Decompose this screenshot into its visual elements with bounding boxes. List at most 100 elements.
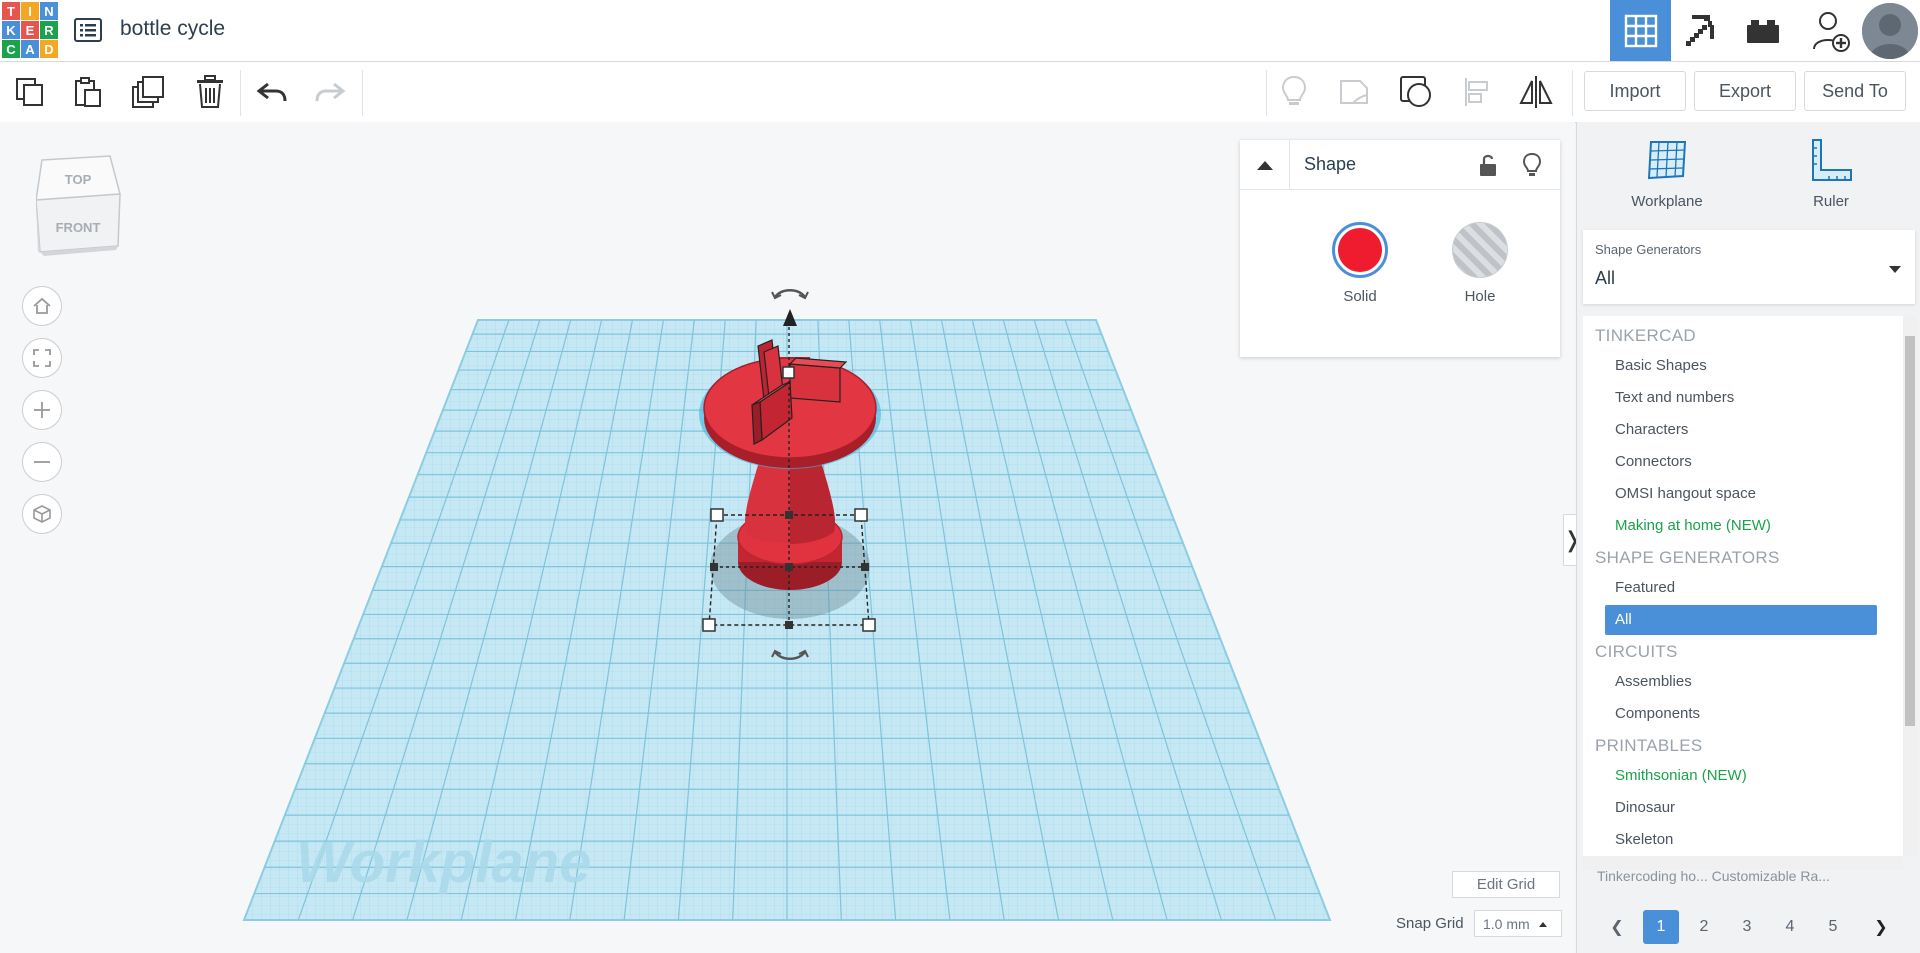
align-icon: [1465, 78, 1488, 106]
library-item[interactable]: All: [1605, 605, 1877, 635]
paste-button[interactable]: [68, 72, 108, 112]
align-button[interactable]: [1458, 72, 1498, 112]
page-button[interactable]: 1: [1643, 910, 1679, 944]
next-page-button[interactable]: ❯: [1863, 910, 1899, 944]
list-icon: [74, 18, 102, 42]
library-category: TINKERCAD: [1595, 326, 1696, 345]
library-scrollbar[interactable]: [1903, 316, 1917, 856]
lock-button[interactable]: [1474, 152, 1502, 178]
inspector-collapse-button[interactable]: [1240, 140, 1290, 189]
toolbar-divider: [1572, 70, 1573, 116]
toolbar-divider: [240, 70, 241, 116]
library-category: CIRCUITS: [1595, 642, 1678, 661]
copy-button[interactable]: [10, 72, 50, 112]
caret-up-icon: [1538, 921, 1547, 927]
library-item[interactable]: Text and numbers: [1605, 383, 1877, 413]
mirror-button[interactable]: [1516, 72, 1556, 112]
add-user-button[interactable]: [1800, 0, 1861, 61]
library-item[interactable]: Smithsonian (NEW): [1605, 761, 1877, 791]
redo-icon: [315, 82, 346, 102]
shapes-panel: Workplane Ruler Shape Generators All TIN…: [1576, 122, 1920, 953]
library-category: SHAPE GENERATORS: [1595, 548, 1780, 567]
logo-letter: R: [40, 21, 58, 39]
inspector-title: Shape: [1304, 154, 1357, 174]
library-item[interactable]: Featured: [1605, 573, 1877, 603]
design-title[interactable]: bottle cycle: [120, 17, 225, 41]
scrollbar-thumb[interactable]: [1905, 336, 1915, 726]
chevron-right-icon: ❯: [1874, 919, 1888, 936]
fit-view-icon: [33, 349, 51, 367]
design-list-button[interactable]: [72, 14, 104, 46]
zoom-out-button[interactable]: [22, 442, 62, 482]
library-item[interactable]: Components: [1605, 699, 1877, 729]
tinkercad-logo[interactable]: TIN KER CAD: [2, 2, 58, 58]
library-item[interactable]: Dinosaur: [1605, 793, 1877, 823]
toolbar-divider: [1266, 70, 1267, 116]
logo-letter: A: [21, 40, 39, 58]
caret-down-icon: [1889, 266, 1901, 273]
perspective-button[interactable]: [22, 494, 62, 534]
page-button[interactable]: 5: [1815, 910, 1851, 944]
page-button[interactable]: 4: [1772, 910, 1808, 944]
zoom-in-button[interactable]: [22, 390, 62, 430]
page-button[interactable]: 3: [1729, 910, 1765, 944]
ruler-icon: [1812, 139, 1852, 181]
chevron-left-icon: ❮: [1610, 919, 1624, 936]
note-button[interactable]: [1334, 72, 1374, 112]
logo-letter: T: [2, 2, 20, 20]
3d-design-view-button[interactable]: [1610, 0, 1671, 61]
library-item[interactable]: Characters: [1605, 415, 1877, 445]
library-item[interactable]: Making at home (NEW): [1605, 511, 1877, 541]
solid-option[interactable]: Solid: [1320, 222, 1400, 305]
light-bulb-toggle[interactable]: [1518, 152, 1546, 178]
ruler-tool[interactable]: Ruler: [1771, 136, 1891, 210]
logo-letter: D: [40, 40, 58, 58]
library-item[interactable]: Skeleton: [1605, 825, 1877, 855]
user-avatar[interactable]: [1862, 3, 1918, 59]
library-item[interactable]: Basic Shapes: [1605, 351, 1877, 381]
duplicate-button[interactable]: [128, 72, 168, 112]
shape-generators-select[interactable]: Shape Generators All: [1583, 230, 1915, 304]
export-button[interactable]: Export: [1694, 71, 1796, 111]
resize-handle: [854, 508, 868, 522]
snap-grid-select[interactable]: 1.0 mm: [1474, 910, 1562, 937]
logo-letter: K: [2, 21, 20, 39]
send-to-button[interactable]: Send To: [1804, 71, 1906, 111]
import-button[interactable]: Import: [1584, 71, 1686, 111]
lift-handle: [783, 309, 797, 326]
copy-icon: [16, 78, 43, 106]
light-bulb-button[interactable]: [1274, 72, 1314, 112]
home-view-button[interactable]: [22, 286, 62, 326]
hole-option[interactable]: Hole: [1440, 222, 1520, 305]
logo-letter: N: [40, 2, 58, 20]
previous-page-button[interactable]: ❮: [1599, 910, 1635, 944]
fit-view-button[interactable]: [22, 338, 62, 378]
plus-icon: [34, 402, 50, 418]
shape-inspector: Shape Solid Hole: [1240, 140, 1560, 357]
cube-icon: [33, 505, 51, 523]
library-item[interactable]: Connectors: [1605, 447, 1877, 477]
delete-button[interactable]: [190, 72, 230, 112]
redo-button[interactable]: [310, 72, 350, 112]
edit-grid-button[interactable]: Edit Grid: [1452, 871, 1560, 898]
bricks-view-button[interactable]: [1732, 0, 1793, 61]
library-item[interactable]: Assemblies: [1605, 667, 1877, 697]
height-handle: [782, 366, 795, 379]
minus-icon: [34, 461, 50, 463]
resize-handle: [710, 508, 724, 522]
viewcube[interactable]: TOP FRONT: [35, 154, 124, 261]
solid-label: Solid: [1343, 288, 1377, 305]
shape-library-list[interactable]: TINKERCAD Basic Shapes Text and numbers Cha…: [1583, 316, 1903, 856]
undo-button[interactable]: [252, 72, 292, 112]
hole-label: Hole: [1464, 288, 1496, 305]
solid-color-swatch[interactable]: [1332, 222, 1388, 278]
light-bulb-icon: [1281, 75, 1307, 105]
show-all-button[interactable]: [1396, 72, 1436, 112]
workplane-tool[interactable]: Workplane: [1607, 136, 1727, 210]
inspector-header: Shape: [1240, 140, 1560, 190]
hole-swatch[interactable]: [1452, 222, 1508, 278]
library-item[interactable]: OMSI hangout space: [1605, 479, 1877, 509]
codeblocks-button[interactable]: [1671, 0, 1732, 61]
brick-icon: [1746, 19, 1779, 43]
page-button[interactable]: 2: [1686, 910, 1722, 944]
